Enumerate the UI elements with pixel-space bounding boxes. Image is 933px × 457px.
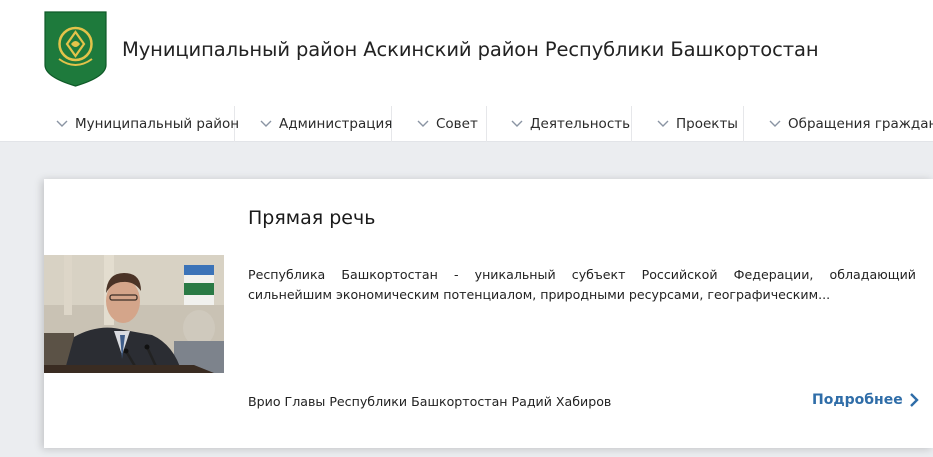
site-title[interactable]: Муниципальный район Аскинский район Респ…	[122, 38, 819, 61]
nav-item-label: Администрация	[279, 116, 393, 132]
nav-item-label: Проекты	[676, 116, 738, 132]
chevron-right-icon	[909, 393, 919, 407]
speaker-photo	[44, 255, 224, 373]
nav-item-label: Совет	[436, 116, 478, 132]
chevron-down-icon	[769, 120, 781, 127]
chevron-down-icon	[417, 120, 429, 127]
card-title: Прямая речь	[248, 207, 376, 229]
nav-item-council[interactable]: Совет	[416, 106, 487, 142]
coat-of-arms-icon[interactable]	[44, 11, 107, 87]
chevron-down-icon	[56, 120, 68, 127]
nav-item-administration[interactable]: Администрация	[259, 106, 392, 142]
chevron-down-icon	[511, 120, 523, 127]
direct-speech-card: Прямая речь Республика Башкортостан - ун…	[44, 179, 933, 448]
chevron-down-icon	[260, 120, 272, 127]
main-nav: Муниципальный район Администрация Совет …	[0, 106, 933, 142]
nav-item-label: Деятельность	[530, 116, 631, 132]
nav-item-label: Обращения граждан	[788, 116, 933, 132]
read-more-label: Подробнее	[812, 392, 903, 408]
nav-item-citizen-appeals[interactable]: Обращения граждан	[768, 106, 933, 142]
nav-item-activity[interactable]: Деятельность	[510, 106, 632, 142]
quote-text: Республика Башкортостан - уникальный суб…	[248, 267, 916, 302]
nav-item-municipal-district[interactable]: Муниципальный район	[55, 106, 239, 142]
quote-author: Врио Главы Республики Башкортостан Радий…	[248, 394, 612, 409]
chevron-down-icon	[657, 120, 669, 127]
read-more-link[interactable]: Подробнее	[812, 392, 919, 408]
site-header: Муниципальный район Аскинский район Респ…	[0, 0, 933, 142]
nav-item-projects[interactable]: Проекты	[656, 106, 744, 142]
nav-item-label: Муниципальный район	[75, 116, 240, 132]
